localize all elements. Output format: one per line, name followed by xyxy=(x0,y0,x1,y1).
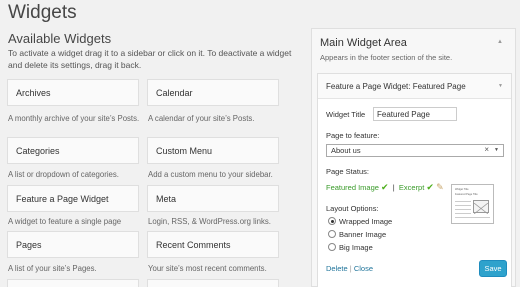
widget-recent-comments-desc: Your site’s most recent comments. xyxy=(148,264,267,273)
widget-custom-menu-desc: Add a custom menu to your sidebar. xyxy=(148,170,273,179)
thumb-line xyxy=(455,201,471,202)
save-button[interactable]: Save xyxy=(479,260,507,277)
widget-editor-header[interactable]: Feature a Page Widget: Featured Page ▼ xyxy=(318,74,511,99)
widget-pages-desc: A list of your site’s Pages. xyxy=(8,264,97,273)
page-select[interactable]: About us × ▼ xyxy=(326,144,504,157)
widget-archives-desc: A monthly archive of your site’s Posts. xyxy=(8,114,140,123)
thumb-image-placeholder xyxy=(473,200,489,215)
thumb-line xyxy=(455,209,471,210)
layout-options-label: Layout Options: xyxy=(326,204,379,213)
thumb-line xyxy=(455,217,490,218)
widget-calendar[interactable]: Calendar xyxy=(147,79,279,106)
layout-preview-thumbnail: Widget Title Featured Page Title xyxy=(451,184,494,224)
widget-calendar-desc: A calendar of your site’s Posts. xyxy=(148,114,255,123)
widget-archives[interactable]: Archives xyxy=(7,79,139,106)
featured-image-status: Featured Image xyxy=(326,183,379,192)
widget-meta-desc: Login, RSS, & WordPress.org links. xyxy=(148,217,271,226)
check-icon: ✔ xyxy=(426,182,434,192)
widget-partial-left[interactable] xyxy=(7,279,139,287)
feature-page-widget-editor: Feature a Page Widget: Featured Page ▼ W… xyxy=(317,73,512,287)
excerpt-status: Excerpt xyxy=(398,183,425,192)
main-widget-area-title[interactable]: Main Widget Area xyxy=(320,37,407,49)
page-title: Widgets xyxy=(8,2,77,23)
delete-link[interactable]: Delete xyxy=(326,264,348,273)
dropdown-caret-icon[interactable]: ▼ xyxy=(494,147,499,153)
close-link[interactable]: Close xyxy=(354,264,373,273)
main-widget-area-description: Appears in the footer section of the sit… xyxy=(320,53,453,62)
thumb-line xyxy=(455,205,471,206)
widget-editor-header-title: Feature a Page Widget: Featured Page xyxy=(326,82,466,91)
page-to-feature-label: Page to feature: xyxy=(326,131,380,140)
widget-recent-comments[interactable]: Recent Comments xyxy=(147,231,279,258)
layout-label-big[interactable]: Big Image xyxy=(339,243,373,252)
widget-control-links: Delete | Close xyxy=(326,264,373,273)
clear-icon[interactable]: × xyxy=(484,145,489,154)
layout-radio-banner[interactable] xyxy=(328,230,336,238)
check-icon: ✔ xyxy=(381,182,389,192)
widget-pages[interactable]: Pages xyxy=(7,231,139,258)
widget-custom-menu[interactable]: Custom Menu xyxy=(147,137,279,164)
page-status-label: Page Status: xyxy=(326,167,369,176)
available-widgets-description: To activate a widget drag it to a sideba… xyxy=(8,48,292,70)
layout-radio-wrapped[interactable] xyxy=(328,217,336,225)
layout-radio-big[interactable] xyxy=(328,243,336,251)
widget-title-label: Widget Title xyxy=(326,110,366,119)
widget-partial-right[interactable] xyxy=(147,279,279,287)
widget-feature-a-page-desc: A widget to feature a single page xyxy=(8,217,122,226)
layout-label-banner[interactable]: Banner Image xyxy=(339,230,386,239)
thumb-widget-title: Widget Title xyxy=(455,188,469,191)
widget-feature-a-page[interactable]: Feature a Page Widget xyxy=(7,185,139,212)
available-widgets-title: Available Widgets xyxy=(8,31,112,46)
status-separator: | xyxy=(392,183,395,192)
pencil-icon[interactable]: ✎ xyxy=(436,182,444,192)
widget-categories[interactable]: Categories xyxy=(7,137,139,164)
thumb-line xyxy=(455,213,471,214)
widget-categories-desc: A list or dropdown of categories. xyxy=(8,170,119,179)
page-select-value: About us xyxy=(331,146,361,155)
collapse-arrow-icon[interactable]: ▲ xyxy=(497,39,503,45)
main-widget-area: Main Widget Area ▲ Appears in the footer… xyxy=(311,28,516,287)
widget-title-input[interactable] xyxy=(373,107,457,121)
collapse-arrow-icon[interactable]: ▼ xyxy=(498,83,503,89)
page-status-row: Featured Image ✔ | Excerpt ✔ ✎ xyxy=(326,182,444,193)
layout-label-wrapped[interactable]: Wrapped Image xyxy=(339,217,392,226)
widget-meta[interactable]: Meta xyxy=(147,185,279,212)
link-separator: | xyxy=(349,264,352,273)
thumb-page-title: Featured Page Title xyxy=(455,193,478,196)
